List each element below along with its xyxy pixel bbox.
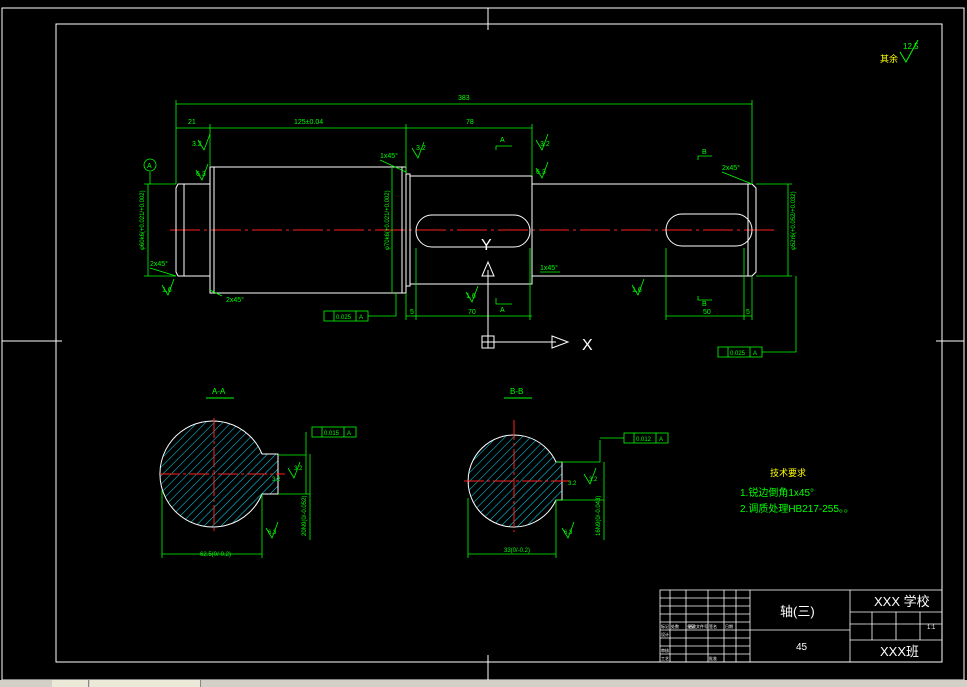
rough-2: 3.2 — [416, 145, 426, 152]
chamfer-a: 1x45° — [380, 152, 398, 160]
rough-7: 6.3 — [196, 171, 206, 178]
section-b-bottom: B — [702, 301, 707, 308]
dim-middle-section: 78 — [466, 119, 474, 126]
section-aa: A-A 0.015 A 3.2 3.2 6.3 20N9(0/-0.052) 6… — [159, 387, 357, 558]
section-bb-width: 16N9(0/-0.043) — [596, 496, 602, 536]
datum-label: A — [147, 163, 152, 170]
diam-right: φ52r6(+0.052/+0.032) — [791, 191, 797, 250]
part-name: 轴(三) — [780, 604, 815, 619]
section-aa-rough-side2: 3.2 — [294, 466, 303, 472]
tb-label-7: 审核 — [661, 647, 669, 653]
roughness-corner-label: 其余 — [880, 53, 898, 64]
rough-1: 3.2 — [192, 141, 202, 148]
section-bb-tol-datum: A — [659, 437, 663, 443]
section-aa-title: A-A — [212, 387, 226, 396]
title-block-text: 轴(三) 45 XXX 学校 XXX班 1:1 标记 处数 分区 更改文件号 签… — [661, 594, 936, 661]
sheet-border — [1, 7, 965, 681]
chamfer-b: 1x45° — [540, 264, 558, 272]
keyway-a — [415, 214, 531, 248]
section-a-top: A — [500, 137, 505, 144]
scale: 1:1 — [927, 625, 936, 631]
dim-left-shoulder: 21 — [188, 119, 196, 126]
section-b-top: B — [702, 149, 707, 156]
section-aa-rough-side: 3.2 — [272, 477, 281, 483]
school-name: XXX 学校 — [874, 594, 930, 609]
axis-y-label: Y — [481, 237, 492, 254]
tol-right-value: 0.025 — [730, 351, 746, 357]
rough-4: 1.6 — [162, 287, 172, 294]
tb-label-9: 批准 — [709, 655, 717, 661]
section-a-bottom: A — [500, 307, 505, 314]
diam-left: φ60k6(+0.021/+0.002) — [140, 190, 146, 250]
tech-req-line2: 2.调质处理HB217-255。。 — [740, 503, 854, 515]
dimensions-main — [143, 100, 797, 358]
section-bb-depth: 33(0/-0.2) — [504, 548, 530, 554]
diam-mid: φ70k6(+0.021/+0.002) — [385, 190, 391, 250]
chamfer-e: 2x45° — [722, 164, 740, 172]
model-tab[interactable] — [52, 680, 89, 687]
tech-req-line1: 1.锐边倒角1x45° — [740, 486, 814, 499]
rough-5: 1.6 — [466, 293, 476, 300]
tech-requirements: 技术要求 1.锐边倒角1x45° 2.调质处理HB217-255。。 — [740, 467, 854, 515]
section-bb: B-B 0.012 A 3.2 3.2 6.3 16N9(0/-0.043) 3… — [464, 387, 669, 558]
section-bb-rough-side: 3.2 — [568, 481, 577, 487]
tb-label-3: 更改文件号 — [688, 623, 708, 629]
dim-overall: 383 — [458, 95, 470, 102]
section-aa-depth: 62.5(0/-0.2) — [200, 552, 231, 558]
section-bb-rough-side2: 3.2 — [589, 477, 598, 483]
section-bb-tol: 0.012 — [636, 437, 652, 443]
tb-label-1: 处数 — [671, 623, 679, 629]
dim-offset-right: 5 — [746, 309, 750, 316]
material: 45 — [796, 642, 808, 653]
rough-3: 3.2 — [540, 141, 550, 148]
cad-drawing: 其余 12.5 383 21 125±0.04 78 70 50 5 5 1x4… — [1, 7, 965, 681]
tb-label-6: 设计 — [661, 631, 669, 637]
dim-offset-left: 5 — [410, 309, 414, 316]
section-aa-rough-bottom: 6.3 — [268, 530, 277, 536]
tech-req-title: 技术要求 — [770, 467, 806, 478]
dim-main-section: 125±0.04 — [294, 119, 323, 126]
section-aa-tol-datum: A — [347, 431, 351, 437]
tb-label-8: 工艺 — [661, 656, 669, 661]
tol-right-datum: A — [753, 351, 757, 357]
axis-x-label: X — [582, 337, 593, 354]
chamfer-d: 2x45° — [226, 296, 244, 304]
tb-label-0: 标记 — [661, 623, 669, 629]
dimension-texts: 383 21 125±0.04 78 70 50 5 5 1x45° 1x45°… — [140, 95, 797, 357]
tb-label-4: 签名 — [709, 623, 717, 629]
roughness-corner-value: 12.5 — [903, 42, 919, 51]
tol-left-datum: A — [359, 315, 363, 321]
dim-key2-length: 50 — [703, 309, 711, 316]
status-strip — [0, 680, 967, 687]
rough-8: 6.3 — [536, 169, 546, 176]
roughness-corner: 其余 12.5 — [880, 39, 919, 64]
section-aa-tol: 0.015 — [324, 431, 340, 437]
tol-left-value: 0.025 — [336, 315, 352, 321]
section-aa-width: 20N9(0/-0.052) — [302, 496, 308, 536]
section-bb-title: B-B — [510, 387, 523, 396]
class-name: XXX班 — [880, 644, 919, 659]
layout-tab[interactable] — [90, 680, 201, 687]
dim-key1-length: 70 — [468, 309, 476, 316]
section-bb-rough-bottom: 6.3 — [564, 530, 573, 536]
rough-6: 1.6 — [632, 287, 642, 294]
tb-label-5: 日期 — [725, 623, 733, 629]
shaft-main-view — [170, 166, 775, 294]
ucs-axis-icon — [481, 260, 570, 349]
chamfer-c: 2x45° — [150, 260, 168, 268]
